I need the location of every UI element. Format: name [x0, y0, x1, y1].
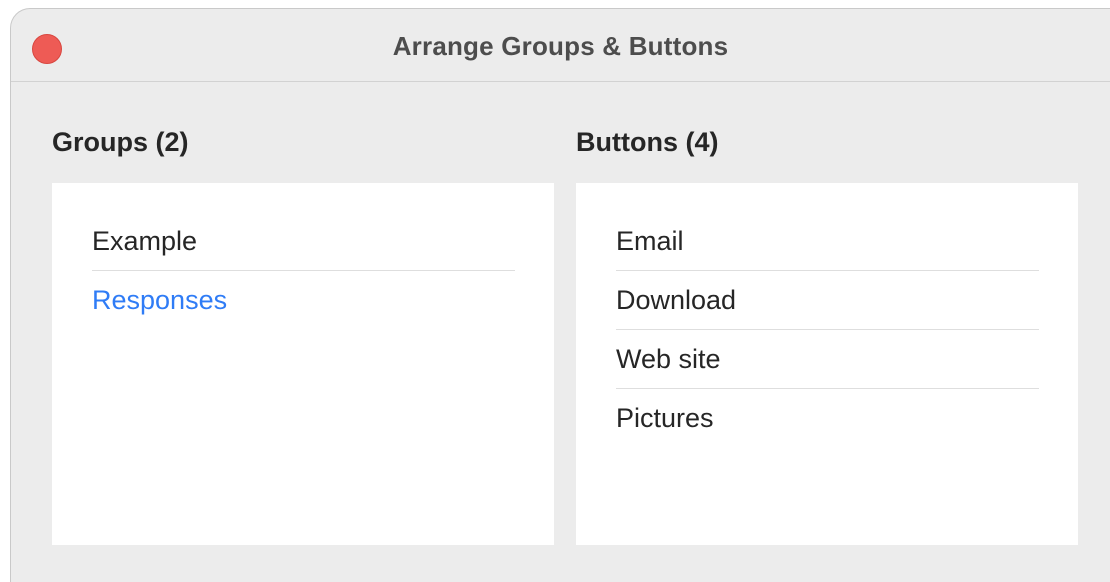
button-item-pictures[interactable]: Pictures [616, 389, 1039, 448]
group-item-example[interactable]: Example [92, 212, 515, 271]
button-item-web-site[interactable]: Web site [616, 330, 1039, 389]
window-title: Arrange Groups & Buttons [392, 31, 729, 61]
groups-list-panel: Example Responses [52, 183, 554, 545]
button-item-email[interactable]: Email [616, 212, 1039, 271]
button-item-download[interactable]: Download [616, 271, 1039, 330]
arrange-window: Arrange Groups & Buttons Groups (2) Exam… [10, 8, 1110, 582]
groups-list: Example Responses [92, 212, 515, 330]
group-item-responses[interactable]: Responses [92, 271, 515, 330]
title-bar: Arrange Groups & Buttons [11, 9, 1110, 82]
buttons-heading: Buttons (4) [576, 127, 719, 157]
buttons-list-panel: Email Download Web site Pictures [576, 183, 1078, 545]
groups-heading: Groups (2) [52, 127, 189, 157]
buttons-list: Email Download Web site Pictures [616, 212, 1039, 448]
